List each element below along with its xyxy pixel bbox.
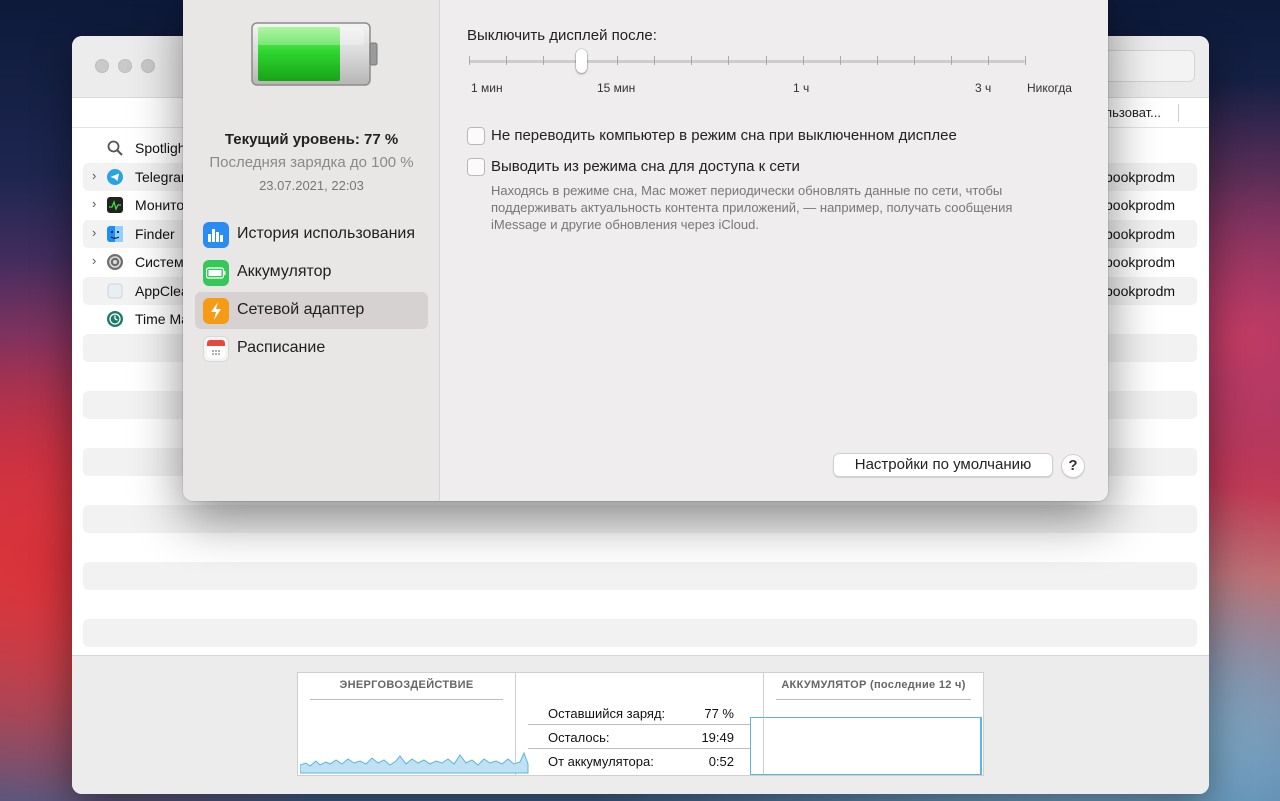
slider-tick [1025, 56, 1026, 65]
stat-value: 0:52 [708, 754, 734, 769]
prefs-main-panel: Выключить дисплей после: 1 мин 15 мин 1 … [441, 0, 1108, 501]
sidebar-item-battery[interactable]: Аккумулятор [195, 254, 428, 291]
energy-impact-title: ЭНЕРГОВОЗДЕЙСТВИЕ [339, 679, 474, 691]
sidebar-item-power-adapter[interactable]: Сетевой адаптер [195, 292, 428, 329]
battery-preferences-sheet: Текущий уровень: 77 % Последняя зарядка … [183, 0, 1108, 501]
stat-label: Осталось: [548, 730, 610, 745]
tick-label-never: Никогда [1027, 81, 1072, 95]
energy-summary-panel: ЭНЕРГОВОЗДЕЙСТВИЕ Оставшийся заряд: 77 %… [297, 672, 984, 776]
system-preferences-icon [106, 253, 124, 271]
slider-tick [766, 56, 767, 65]
spotlight-icon [106, 139, 124, 157]
process-user: bookprodm [1105, 254, 1176, 270]
slider-tick [877, 56, 878, 65]
energy-impact-graph: ЭНЕРГОВОЗДЕЙСТВИЕ [298, 673, 529, 775]
restore-defaults-button[interactable]: Настройки по умолчанию [833, 453, 1053, 477]
slider-tick [691, 56, 692, 65]
process-name: Spotlight [135, 140, 190, 156]
stat-row: От аккумулятора: 0:52 [528, 749, 750, 773]
slider-tick [951, 56, 952, 65]
process-name: AppClea [135, 283, 189, 299]
sidebar-item-usage-history[interactable]: История использования [195, 216, 428, 253]
sidebar-item-label: История использования [237, 225, 416, 242]
slider-tick [728, 56, 729, 65]
slider-tick [803, 56, 804, 65]
slider-tick [988, 56, 989, 65]
energy-impact-sparkline [300, 751, 529, 774]
close-button[interactable] [95, 59, 109, 73]
slider-tick [506, 56, 507, 65]
sidebar-item-label: Сетевой адаптер [237, 301, 365, 318]
process-name: Time Ma [135, 311, 189, 327]
chevron-right-icon[interactable]: › [92, 253, 96, 268]
stat-label: Оставшийся заряд: [548, 706, 666, 721]
slider-tick [469, 56, 470, 65]
prefs-sidebar: Текущий уровень: 77 % Последняя зарядка … [183, 0, 440, 501]
wake-for-network-checkbox[interactable] [467, 158, 485, 176]
stat-value: 77 % [704, 706, 734, 721]
last-charge-text: Последняя зарядка до 100 % [209, 154, 414, 171]
process-user: bookprodm [1105, 169, 1176, 185]
minimize-button[interactable] [118, 59, 132, 73]
usage-history-icon [203, 222, 229, 248]
help-button[interactable]: ? [1061, 454, 1085, 478]
wake-for-network-label[interactable]: Выводить из режима сна для доступа к сет… [491, 158, 800, 175]
time-machine-icon [106, 310, 124, 328]
chevron-right-icon[interactable]: › [92, 225, 96, 240]
sidebar-item-label: Расписание [237, 339, 326, 356]
telegram-icon [106, 168, 124, 186]
stat-row: Осталось: 19:49 [528, 725, 750, 749]
schedule-icon [203, 336, 229, 362]
stat-label: От аккумулятора: [548, 754, 654, 769]
battery-level-chart [750, 717, 982, 775]
process-user: bookprodm [1105, 226, 1176, 242]
slider-tick [654, 56, 655, 65]
sidebar-item-schedule[interactable]: Расписание [195, 330, 428, 367]
process-user: bookprodm [1105, 197, 1176, 213]
display-sleep-slider-knob[interactable] [576, 49, 587, 73]
process-name: Finder [135, 226, 175, 242]
display-sleep-slider-track[interactable] [469, 60, 1025, 63]
stat-row: Оставшийся заряд: 77 % [528, 701, 750, 725]
process-name: Систем [135, 254, 184, 270]
last-charge-date: 23.07.2021, 22:03 [259, 178, 364, 193]
empty-row [83, 619, 1197, 647]
battery-history-graph: АККУМУЛЯТОР (последние 12 ч) [750, 673, 983, 775]
slider-tick [840, 56, 841, 65]
tick-label-1-min: 1 мин [471, 81, 503, 95]
battery-level-text: Текущий уровень: 77 % [224, 131, 399, 148]
power-adapter-icon [203, 298, 229, 324]
finder-icon [106, 225, 124, 243]
network-wake-description: Находясь в режиме сна, Mac может периоди… [491, 183, 1013, 232]
empty-row [83, 562, 1197, 590]
tick-label-1-h: 1 ч [793, 81, 810, 95]
chevron-right-icon[interactable]: › [92, 168, 96, 183]
appcleaner-icon [106, 282, 124, 300]
slider-tick [617, 56, 618, 65]
prevent-sleep-label[interactable]: Не переводить компьютер в режим сна при … [491, 127, 957, 144]
process-user: bookprodm [1105, 283, 1176, 299]
slider-tick [914, 56, 915, 65]
empty-row [83, 505, 1197, 533]
tick-label-3-h: 3 ч [975, 81, 992, 95]
battery-level-icon [251, 22, 378, 86]
sidebar-item-label: Аккумулятор [237, 263, 332, 280]
chevron-right-icon[interactable]: › [92, 196, 96, 211]
slider-tick [543, 56, 544, 65]
battery-history-title: АККУМУЛЯТОР (последние 12 ч) [781, 679, 966, 691]
zoom-button[interactable] [141, 59, 155, 73]
prevent-sleep-checkbox[interactable] [467, 127, 485, 145]
stat-value: 19:49 [701, 730, 734, 745]
display-sleep-title: Выключить дисплей после: [467, 27, 657, 44]
activity-monitor-icon [106, 196, 124, 214]
battery-icon [203, 260, 229, 286]
column-separator [1178, 104, 1179, 122]
tick-label-15-min: 15 мин [597, 81, 636, 95]
energy-footer: ЭНЕРГОВОЗДЕЙСТВИЕ Оставшийся заряд: 77 %… [72, 655, 1209, 794]
